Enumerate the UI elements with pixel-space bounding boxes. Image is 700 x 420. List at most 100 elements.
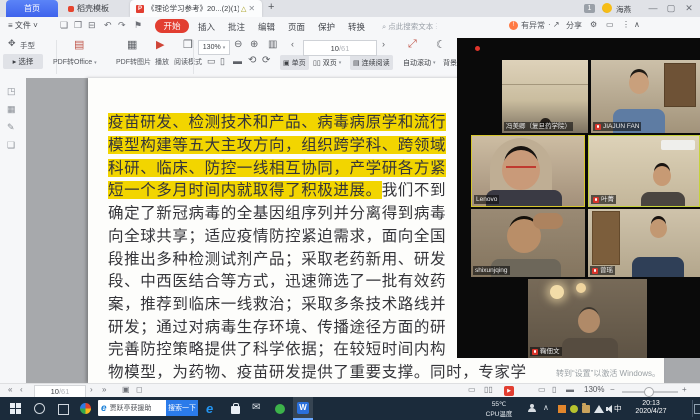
tray-expand-icon[interactable]: ∧: [543, 403, 549, 412]
next-page-icon[interactable]: ›: [382, 39, 385, 49]
minimize-button[interactable]: —: [646, 1, 660, 15]
play-icon[interactable]: ▶: [156, 38, 164, 51]
cpu-temp-label[interactable]: CPU温度: [476, 408, 522, 418]
new-tab-button[interactable]: +: [268, 1, 274, 13]
night-mode-icon[interactable]: ☾: [436, 38, 446, 51]
redo-icon[interactable]: ↷: [118, 20, 126, 31]
tab-docer-templates[interactable]: 稻壳模板: [62, 0, 128, 17]
wps-office-taskbar-icon[interactable]: W: [293, 397, 313, 420]
search-text-field[interactable]: ⌕ 点此搜索文本 ⋮: [382, 21, 437, 32]
read-mode-icon[interactable]: ❒: [183, 38, 193, 51]
double-page-view-button[interactable]: ▯▯ 双页▾: [310, 55, 344, 70]
menu-tab-page[interactable]: 页面: [288, 21, 305, 33]
pdf-to-image-icon[interactable]: ▦: [127, 38, 137, 51]
taskbar-search-box[interactable]: e 贾跃亭获援助 搜索一下: [98, 400, 198, 416]
start-button[interactable]: [10, 403, 21, 414]
pdf-to-office-icon[interactable]: ▤: [74, 38, 84, 51]
ime-indicator[interactable]: 中: [614, 403, 622, 414]
single-page-view-button[interactable]: ▣ 单页: [280, 55, 309, 70]
double-page-view-icon[interactable]: ▯▯: [484, 385, 493, 394]
image-panel-icon[interactable]: ▦: [7, 104, 16, 115]
undo-icon[interactable]: ↶: [104, 20, 112, 31]
clock-date[interactable]: 2020/4/27: [624, 408, 678, 415]
zoom-slider-knob[interactable]: [644, 387, 654, 397]
thumbnail-panel-icon[interactable]: ◳: [7, 86, 16, 97]
taskbar-search-text[interactable]: 贾跃亭获援助: [110, 403, 166, 413]
settings-gear-icon[interactable]: ⚙: [590, 20, 597, 29]
app-icon-green[interactable]: [275, 404, 285, 414]
print-icon[interactable]: ⊟: [88, 20, 96, 31]
tab-home[interactable]: 首页: [6, 0, 58, 17]
menu-tab-insert[interactable]: 插入: [198, 21, 215, 33]
page-number-input[interactable]: 10/61: [303, 40, 377, 56]
fit-height-icon[interactable]: ▬: [566, 385, 574, 394]
microsoft-store-icon[interactable]: [231, 406, 240, 414]
edge-browser-icon[interactable]: e: [206, 401, 213, 416]
video-conference-window[interactable]: 冯美卿（复旦药学院） JIAJUN FAN Lenovo 叶菁: [457, 38, 700, 358]
participant-tile[interactable]: 鞠佃文: [528, 279, 647, 358]
cloud-status-icon[interactable]: !: [509, 21, 518, 30]
autoscroll-button[interactable]: 自动滚动▾: [400, 55, 439, 70]
participant-tile[interactable]: shixunjqing: [471, 209, 585, 277]
rotate-right-icon[interactable]: ⟳: [262, 55, 270, 66]
actual-size-icon[interactable]: ▬: [233, 56, 242, 66]
open-icon[interactable]: ❏: [60, 20, 68, 31]
zoom-in-icon[interactable]: ⊕: [250, 39, 258, 50]
feedback-icon[interactable]: ▭: [606, 20, 614, 29]
tray-folder-icon[interactable]: [582, 405, 590, 413]
fit-page-icon[interactable]: ▭: [207, 56, 216, 67]
search-go-button[interactable]: 搜索一下: [166, 400, 198, 416]
maximize-button[interactable]: ▢: [664, 1, 678, 15]
fit-width-icon[interactable]: ▯: [220, 56, 225, 67]
zoom-out-icon[interactable]: ⊖: [234, 39, 242, 50]
notification-badge[interactable]: 1: [584, 4, 595, 13]
single-page-view-icon[interactable]: ▭: [468, 385, 476, 394]
continuous-view-button[interactable]: ▤ 连续阅读: [350, 55, 393, 70]
task-view-icon[interactable]: [58, 404, 69, 415]
clock-time[interactable]: 20:13: [628, 400, 674, 407]
menu-tab-comment[interactable]: 批注: [228, 21, 245, 33]
play-slideshow-icon[interactable]: ▶: [504, 386, 514, 396]
menu-tab-convert[interactable]: 转换: [348, 21, 365, 33]
volume-icon[interactable]: [606, 405, 614, 413]
select-tool-button[interactable]: ▸ 选择: [3, 54, 43, 69]
rotate-left-icon[interactable]: ⟲: [248, 55, 256, 66]
fit-width-icon[interactable]: ▯: [552, 385, 556, 394]
annotate-pen-icon[interactable]: ✎: [7, 122, 15, 133]
hand-tool-label[interactable]: 手型: [20, 40, 35, 51]
pdf-to-office-button[interactable]: PDF转Office ▾: [53, 57, 97, 67]
first-page-icon[interactable]: «: [8, 385, 12, 394]
comment-panel-icon[interactable]: ❑: [7, 140, 15, 151]
collapse-ribbon-icon[interactable]: ∧: [634, 20, 640, 29]
page-zoom-out-icon[interactable]: ◻: [136, 385, 143, 394]
status-zoom-level[interactable]: 130%: [584, 385, 604, 394]
action-center-icon[interactable]: [694, 404, 700, 414]
share-button[interactable]: 分享: [566, 20, 582, 31]
tab-pdf-document[interactable]: P 《理论学习参考》20...(2)(1).pdf △ ✕: [130, 0, 262, 17]
play-button[interactable]: 播放: [155, 57, 169, 67]
fit-page-icon[interactable]: ▭: [538, 385, 546, 394]
zoom-level-select[interactable]: 130%▾: [198, 40, 230, 55]
file-menu[interactable]: ≡ 文件 ˅: [8, 20, 38, 31]
browser-pinwheel-icon[interactable]: [80, 403, 91, 414]
pdf-to-image-button[interactable]: PDF转图片: [116, 57, 151, 67]
participant-tile[interactable]: Lenovo: [471, 135, 585, 207]
mail-icon[interactable]: ✉: [252, 402, 260, 413]
zoom-minus-icon[interactable]: −: [610, 385, 615, 394]
tray-app-orange-icon[interactable]: [558, 405, 566, 413]
screenshot-icon[interactable]: ⤢: [408, 38, 417, 51]
tray-app-yellow-icon[interactable]: [570, 405, 578, 413]
cloud-status-label[interactable]: 有异常: [521, 20, 545, 31]
tab-close-icon[interactable]: ✕: [248, 4, 255, 13]
cpu-temp-value[interactable]: 55℃: [476, 400, 522, 408]
participant-tile[interactable]: JIAJUN FAN: [591, 60, 700, 133]
menu-tab-edit[interactable]: 编辑: [258, 21, 275, 33]
cortana-icon[interactable]: [34, 403, 45, 414]
people-icon[interactable]: [528, 404, 536, 412]
zoom-plus-icon[interactable]: +: [682, 385, 687, 394]
network-wifi-icon[interactable]: [594, 405, 604, 413]
page-zoom-in-icon[interactable]: ▣: [122, 385, 130, 394]
menu-tab-protect[interactable]: 保护: [318, 21, 335, 33]
next-page-icon[interactable]: ›: [90, 385, 93, 394]
read-mode-button[interactable]: 阅读模式: [174, 57, 202, 67]
